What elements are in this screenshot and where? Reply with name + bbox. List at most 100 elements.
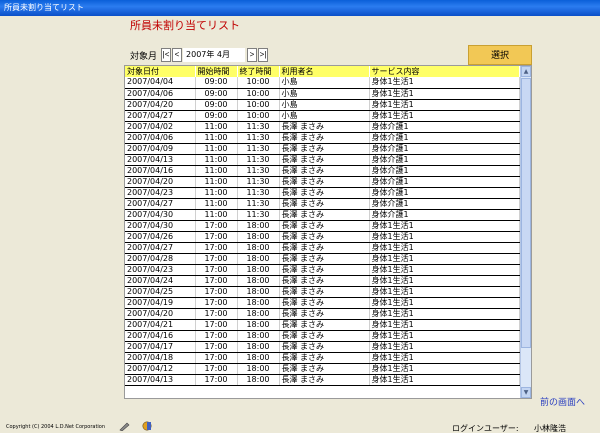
select-button[interactable]: 選択	[468, 45, 532, 65]
table-cell: 身体1生活1	[369, 77, 520, 89]
table-cell: 17:00	[195, 363, 238, 375]
last-month-button[interactable]: >|	[258, 48, 269, 62]
next-month-button[interactable]: >	[247, 48, 258, 62]
column-header-user[interactable]: 利用者名	[279, 66, 370, 77]
column-header-start[interactable]: 開始時間	[195, 66, 238, 77]
table-cell: 11:30	[237, 121, 280, 133]
table-cell: 10:00	[237, 99, 280, 111]
table-cell: 2007/04/25	[125, 286, 196, 298]
table-cell: 小島	[279, 77, 370, 89]
table-row[interactable]: 2007/04/26 17:00 18:00 長澤 まさみ 身体1生活1	[125, 231, 520, 243]
table-scrollbar[interactable]: ▲ ▼	[520, 66, 531, 398]
scroll-thumb[interactable]	[521, 78, 531, 348]
table-cell: 2007/04/02	[125, 121, 196, 133]
table-row[interactable]: 2007/04/06 09:00 10:00 小島 身体1生活1	[125, 88, 520, 100]
table-cell: 17:00	[195, 242, 238, 254]
table-row[interactable]: 2007/04/27 17:00 18:00 長澤 まさみ 身体1生活1	[125, 242, 520, 254]
table-row[interactable]: 2007/04/30 17:00 18:00 長澤 まさみ 身体1生活1	[125, 220, 520, 232]
table-cell: 2007/04/04	[125, 77, 196, 89]
table-cell: 2007/04/13	[125, 374, 196, 386]
table-cell: 身体1生活1	[369, 363, 520, 375]
table-row[interactable]: 2007/04/12 17:00 18:00 長澤 まさみ 身体1生活1	[125, 363, 520, 375]
table-row[interactable]: 2007/04/16 17:00 18:00 長澤 まさみ 身体1生活1	[125, 330, 520, 342]
table-row[interactable]: 2007/04/20 11:00 11:30 長澤 まさみ 身体介護1	[125, 176, 520, 188]
table-cell: 身体介護1	[369, 187, 520, 199]
table-cell: 2007/04/16	[125, 165, 196, 177]
table-row[interactable]: 2007/04/02 11:00 11:30 長澤 まさみ 身体介護1	[125, 121, 520, 133]
back-link[interactable]: 前の画面へ	[540, 395, 585, 408]
table-cell: 10:00	[237, 88, 280, 100]
table-cell: 身体1生活1	[369, 297, 520, 309]
table-cell: 2007/04/18	[125, 352, 196, 364]
table-cell: 09:00	[195, 110, 238, 122]
table-cell: 11:30	[237, 143, 280, 155]
table-cell: 長澤 まさみ	[279, 231, 370, 243]
table-row[interactable]: 2007/04/28 17:00 18:00 長澤 まさみ 身体1生活1	[125, 253, 520, 265]
table-cell: 長澤 まさみ	[279, 132, 370, 144]
table-cell: 2007/04/09	[125, 143, 196, 155]
table-cell: 長澤 まさみ	[279, 209, 370, 221]
table-cell: 11:30	[237, 198, 280, 210]
table-row[interactable]: 2007/04/23 17:00 18:00 長澤 まさみ 身体1生活1	[125, 264, 520, 276]
table-row[interactable]: 2007/04/20 17:00 18:00 長澤 まさみ 身体1生活1	[125, 308, 520, 320]
table-cell: 長澤 まさみ	[279, 187, 370, 199]
column-header-service[interactable]: サービス内容	[369, 66, 520, 77]
table-row[interactable]: 2007/04/27 09:00 10:00 小島 身体1生活1	[125, 110, 520, 122]
table-cell: 長澤 まさみ	[279, 176, 370, 188]
table-cell: 身体1生活1	[369, 231, 520, 243]
table-cell: 身体介護1	[369, 165, 520, 177]
table-cell: 17:00	[195, 330, 238, 342]
column-header-end[interactable]: 終了時間	[237, 66, 280, 77]
table-cell: 11:30	[237, 209, 280, 221]
table-cell: 2007/04/17	[125, 341, 196, 353]
table-cell: 17:00	[195, 308, 238, 320]
pen-icon[interactable]	[118, 421, 130, 431]
table-cell: 長澤 まさみ	[279, 143, 370, 155]
table-cell: 18:00	[237, 363, 280, 375]
table-cell: 身体介護1	[369, 176, 520, 188]
page-title: 所員未割り当てリスト	[130, 19, 240, 32]
table-row[interactable]: 2007/04/19 17:00 18:00 長澤 まさみ 身体1生活1	[125, 297, 520, 309]
table-cell: 2007/04/24	[125, 275, 196, 287]
table-row[interactable]: 2007/04/30 11:00 11:30 長澤 まさみ 身体介護1	[125, 209, 520, 221]
table-row[interactable]: 2007/04/04 09:00 10:00 小島 身体1生活1	[125, 77, 520, 89]
scroll-up-icon[interactable]: ▲	[521, 66, 531, 77]
table-row[interactable]: 2007/04/06 11:00 11:30 長澤 まさみ 身体介護1	[125, 132, 520, 144]
table-row[interactable]: 2007/04/13 11:00 11:30 長澤 まさみ 身体介護1	[125, 154, 520, 166]
table-cell: 11:00	[195, 132, 238, 144]
table-cell: 長澤 まさみ	[279, 341, 370, 353]
table-row[interactable]: 2007/04/09 11:00 11:30 長澤 まさみ 身体介護1	[125, 143, 520, 155]
table-row[interactable]: 2007/04/27 11:00 11:30 長澤 まさみ 身体介護1	[125, 198, 520, 210]
table-row[interactable]: 2007/04/20 09:00 10:00 小島 身体1生活1	[125, 99, 520, 111]
prev-month-button[interactable]: <	[172, 48, 183, 62]
table-cell: 11:00	[195, 209, 238, 221]
table-cell: 18:00	[237, 308, 280, 320]
table-cell: 身体1生活1	[369, 374, 520, 386]
window-title: 所員未割り当てリスト	[4, 3, 84, 12]
table-row[interactable]: 2007/04/23 11:00 11:30 長澤 まさみ 身体介護1	[125, 187, 520, 199]
first-month-button[interactable]: |<	[161, 48, 172, 62]
table-row[interactable]: 2007/04/17 17:00 18:00 長澤 まさみ 身体1生活1	[125, 341, 520, 353]
table-cell: 18:00	[237, 253, 280, 265]
table-cell: 17:00	[195, 264, 238, 276]
main-area: 所員未割り当てリスト 対象月 |< < 2007年 4月 > >| 選択 対象日…	[0, 16, 600, 433]
table-row[interactable]: 2007/04/24 17:00 18:00 長澤 まさみ 身体1生活1	[125, 275, 520, 287]
table-cell: 身体1生活1	[369, 275, 520, 287]
current-month: 2007年 4月	[183, 48, 246, 62]
disk-icon[interactable]	[141, 421, 153, 431]
table-cell: 18:00	[237, 330, 280, 342]
table-cell: 長澤 まさみ	[279, 275, 370, 287]
column-header-date[interactable]: 対象日付	[125, 66, 196, 77]
table-row[interactable]: 2007/04/13 17:00 18:00 長澤 まさみ 身体1生活1	[125, 374, 520, 386]
table-cell: 長澤 まさみ	[279, 198, 370, 210]
table-row[interactable]: 2007/04/16 11:00 11:30 長澤 まさみ 身体介護1	[125, 165, 520, 177]
table-cell: 身体介護1	[369, 198, 520, 210]
table-cell: 2007/04/12	[125, 363, 196, 375]
table-row[interactable]: 2007/04/18 17:00 18:00 長澤 まさみ 身体1生活1	[125, 352, 520, 364]
login-user-label: ログインユーザー:	[452, 424, 519, 433]
table-row[interactable]: 2007/04/25 17:00 18:00 長澤 まさみ 身体1生活1	[125, 286, 520, 298]
table-row[interactable]: 2007/04/21 17:00 18:00 長澤 まさみ 身体1生活1	[125, 319, 520, 331]
table-cell: 身体介護1	[369, 121, 520, 133]
table-cell: 長澤 まさみ	[279, 297, 370, 309]
scroll-down-icon[interactable]: ▼	[521, 387, 531, 398]
